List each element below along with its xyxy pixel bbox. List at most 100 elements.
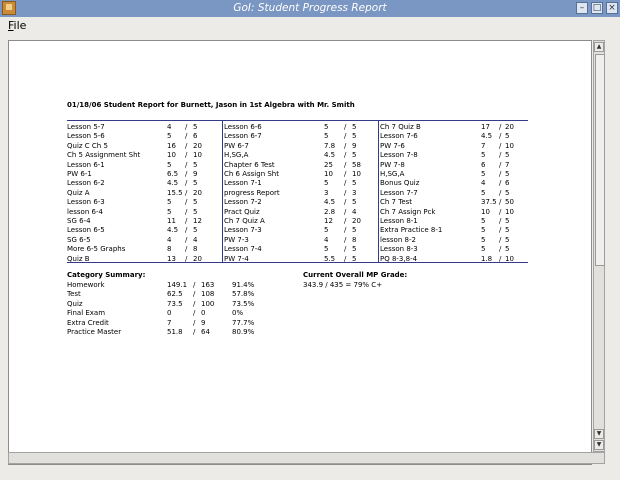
assignment-earned: 4.5 (324, 151, 336, 160)
assignment-earned: 7.8 (324, 141, 336, 150)
assignment-slash: / (499, 198, 502, 207)
assignment-possible: 5 (352, 132, 357, 141)
close-button[interactable]: × (606, 2, 618, 14)
minimize-button[interactable]: – (576, 2, 588, 14)
category-percent: 91.4% (232, 281, 255, 289)
assignment-possible: 5 (505, 188, 510, 197)
assignment-name: Lesson 7-3 (224, 226, 262, 235)
assignment-name: PQ 8-3,8-4 (380, 254, 418, 263)
assignment-earned: 12 (324, 217, 333, 225)
assignment-earned: 6.5 (167, 170, 179, 178)
category-summary-heading: Category Summary: (67, 271, 146, 279)
assignment-possible: 5 (193, 160, 198, 169)
category-name: Homework (67, 281, 105, 289)
category-percent: 73.5% (232, 299, 255, 308)
assignment-slash: / (185, 160, 188, 169)
menu-file[interactable]: File (8, 19, 26, 32)
assignment-name: Chapter 6 Test (224, 160, 275, 169)
assignment-name: Quiz C Ch 5 (67, 141, 108, 150)
assignment-name: PW 6-7 (224, 141, 249, 150)
assignment-slash: / (499, 170, 502, 178)
column-separator (222, 120, 223, 262)
assignment-slash: / (185, 254, 188, 263)
assignment-slash: / (499, 151, 502, 160)
assignment-possible: 10 (505, 141, 514, 150)
assignment-slash: / (344, 151, 347, 160)
assignment-possible: 50 (505, 198, 514, 207)
menu-bar: File (0, 17, 620, 36)
assignment-possible: 5 (193, 207, 198, 216)
scroll-down-button-1[interactable]: ▼ (594, 429, 604, 439)
assignment-earned: 4 (324, 235, 329, 244)
vertical-scroll-thumb[interactable] (595, 54, 605, 266)
assignment-name: Lesson 7-1 (224, 179, 262, 188)
vertical-scrollbar[interactable]: ▲ ▼ ▼ (593, 40, 605, 452)
assignment-name: Lesson 8-3 (380, 245, 418, 254)
assignment-earned: 13 (167, 254, 176, 263)
assignment-name: PW 7-3 (224, 235, 249, 244)
assignment-name: Ch 7 Quiz A (224, 217, 265, 225)
assignment-earned: 5 (167, 132, 172, 141)
scroll-down-button-2[interactable]: ▼ (594, 440, 604, 450)
assignment-possible: 6 (505, 179, 510, 188)
assignment-possible: 10 (505, 254, 514, 263)
scroll-up-button[interactable]: ▲ (594, 42, 604, 52)
assignment-name: PW 7-4 (224, 254, 249, 263)
assignment-earned: 5 (167, 198, 172, 207)
assignment-earned: 5 (481, 170, 486, 178)
category-earned: 0 (167, 309, 172, 318)
assignment-slash: / (185, 123, 188, 131)
assignment-slash: / (185, 226, 188, 235)
assignment-name: Ch 6 Assign Sht (224, 170, 279, 178)
assignment-name: Lesson 7-2 (224, 198, 262, 207)
assignment-name: Quiz A (67, 188, 90, 197)
title-bar: GoI: Student Progress Report – □ × (0, 0, 620, 17)
assignment-possible: 20 (193, 188, 202, 197)
assignment-slash: / (185, 188, 188, 197)
category-name: Quiz (67, 299, 83, 308)
assignment-possible: 5 (193, 198, 198, 207)
assignment-name: Quiz B (67, 254, 90, 263)
assignment-slash: / (344, 254, 347, 263)
assignment-earned: 25 (324, 160, 333, 169)
category-possible: 100 (201, 299, 215, 308)
assignment-slash: / (344, 235, 347, 244)
assignment-earned: 4 (167, 235, 172, 244)
grid-rule (67, 120, 528, 121)
assignment-name: Ch 5 Assignment Sht (67, 151, 141, 160)
category-name: Final Exam (67, 309, 106, 318)
assignment-slash: / (185, 179, 188, 188)
assignment-earned: 5 (481, 235, 486, 244)
assignment-possible: 12 (193, 217, 202, 225)
assignment-possible: 5 (352, 198, 357, 207)
assignment-name: Lesson 6-3 (67, 198, 105, 207)
assignment-earned: 5 (481, 151, 486, 160)
horizontal-scrollbar[interactable] (8, 452, 605, 464)
assignment-name: SG 6-5 (67, 235, 91, 244)
assignment-possible: 5 (505, 217, 510, 225)
assignment-earned: 5.5 (324, 254, 336, 263)
assignment-earned: 10 (167, 151, 176, 160)
assignment-slash: / (185, 217, 188, 225)
column-separator (378, 120, 379, 262)
assignment-earned: 5 (167, 160, 172, 169)
assignment-name: Ch 7 Quiz B (380, 123, 421, 131)
category-possible: 0 (201, 309, 206, 318)
assignment-name: Lesson 6-6 (224, 123, 262, 131)
assignment-earned: 5 (481, 217, 486, 225)
assignment-name: progress Report (224, 188, 280, 197)
assignment-possible: 5 (505, 151, 510, 160)
assignment-possible: 58 (352, 160, 361, 169)
category-earned: 7 (167, 318, 172, 327)
assignment-slash: / (499, 207, 502, 216)
assignment-earned: 5 (481, 245, 486, 254)
overall-grade-value: 343.9 / 435 = 79% C+ (303, 281, 383, 289)
assignment-earned: 5 (324, 226, 329, 235)
assignment-slash: / (499, 235, 502, 244)
assignment-earned: 6 (481, 160, 486, 169)
assignment-name: Lesson 7-4 (224, 245, 262, 254)
category-percent: 0% (232, 309, 244, 318)
maximize-button[interactable]: □ (591, 2, 603, 14)
assignment-slash: / (344, 217, 347, 225)
assignment-possible: 5 (505, 132, 510, 141)
